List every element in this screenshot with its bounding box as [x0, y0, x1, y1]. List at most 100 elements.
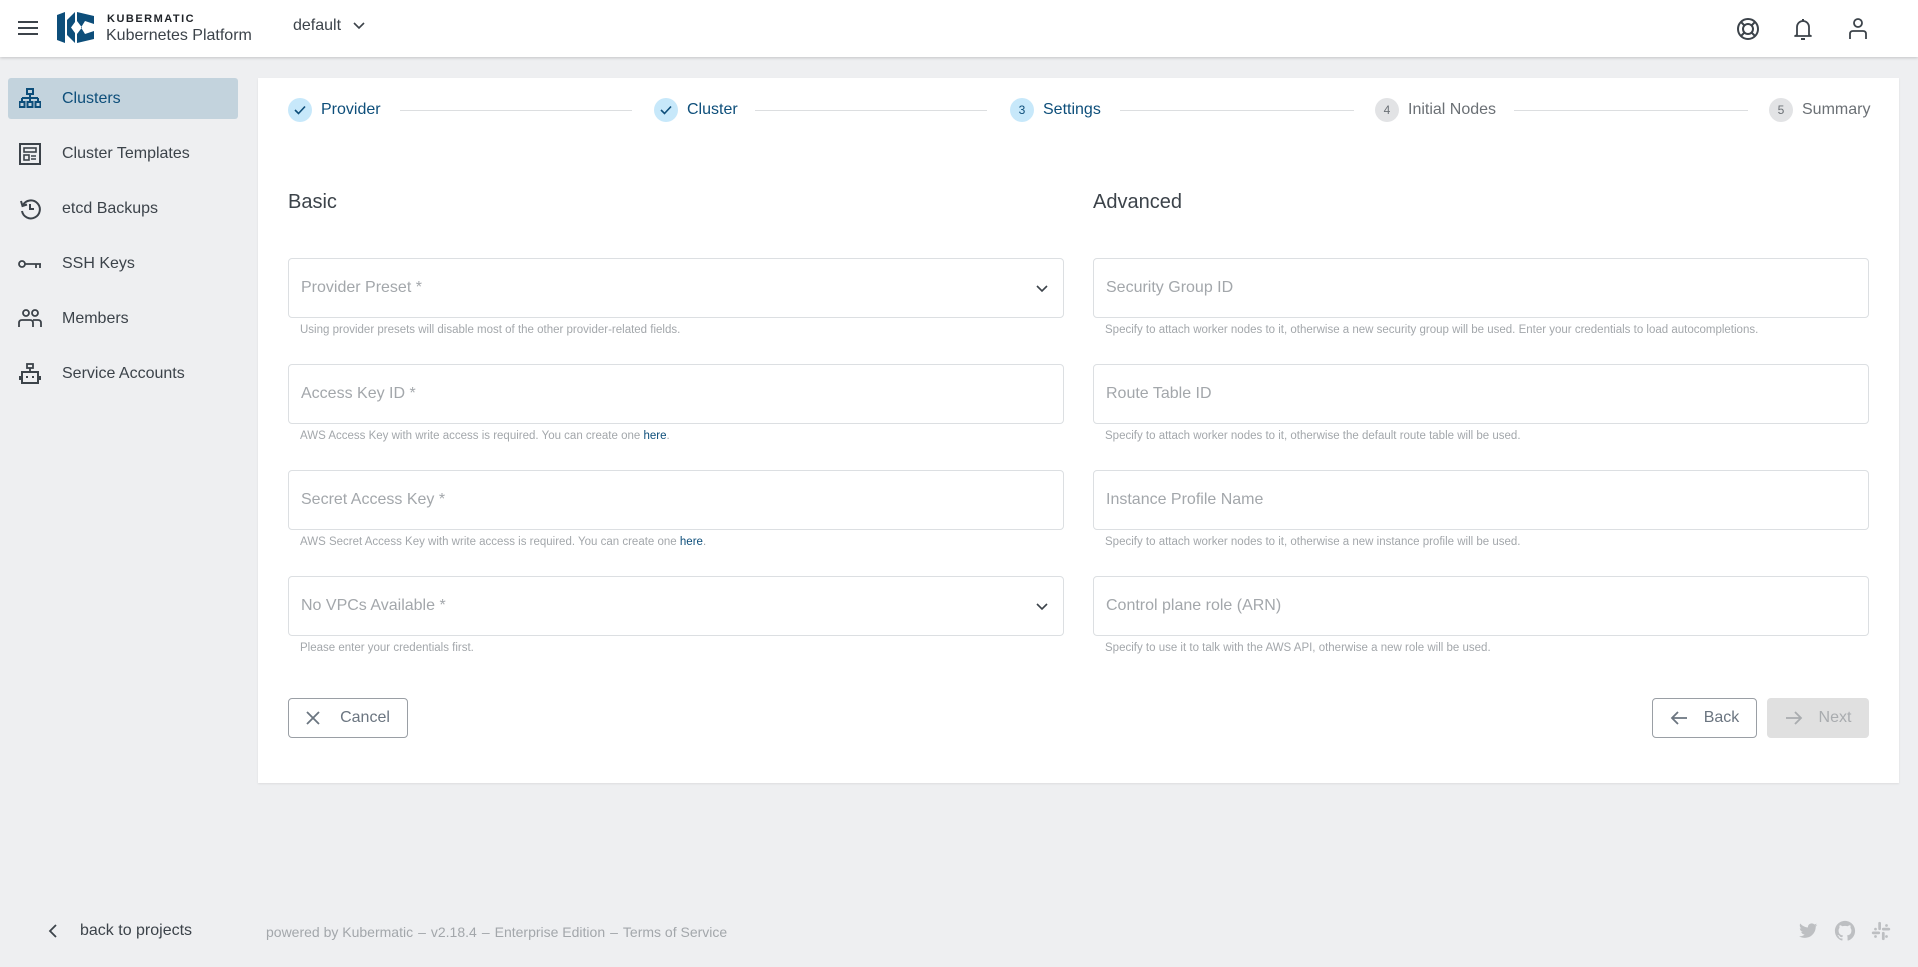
sidebar-item-label: Cluster Templates [62, 144, 190, 162]
back-to-projects-link[interactable]: back to projects [48, 922, 192, 940]
sitemap-icon [18, 87, 42, 111]
back-label: Back [1703, 709, 1740, 726]
notifications-icon[interactable] [1790, 16, 1816, 42]
access-key-id-input[interactable]: Access Key ID * [288, 364, 1064, 424]
sidebar-item-cluster-templates[interactable]: Cluster Templates [8, 133, 238, 174]
hint-suffix: . [702, 536, 707, 548]
chevron-down-icon [1036, 285, 1048, 293]
top-bar: KUBERMATIC Kubernetes Platform default [0, 0, 1918, 57]
sidebar-item-service-accounts[interactable]: Service Accounts [8, 353, 238, 394]
route-table-id-input[interactable]: Route Table ID [1093, 364, 1869, 424]
secret-access-key-hint: AWS Secret Access Key with write access … [300, 536, 706, 548]
footer: back to projects powered by Kubermatic –… [0, 912, 1918, 952]
advanced-section-title: Advanced [1093, 191, 1182, 213]
create-access-key-link[interactable]: here [643, 430, 666, 442]
menu-icon[interactable] [16, 17, 40, 39]
step-cluster[interactable]: Cluster [654, 98, 738, 122]
footer-info: powered by Kubermatic – v2.18.4 – Enterp… [266, 924, 727, 940]
cancel-label: Cancel [340, 709, 390, 726]
field-placeholder: No VPCs Available * [301, 597, 446, 614]
control-plane-role-input[interactable]: Control plane role (ARN) [1093, 576, 1869, 636]
support-icon[interactable] [1735, 16, 1761, 42]
step-label: Cluster [687, 101, 738, 118]
back-to-projects-label: back to projects [80, 922, 193, 939]
security-group-id-hint: Specify to attach worker nodes to it, ot… [1105, 324, 1759, 336]
slack-icon[interactable] [1870, 920, 1892, 942]
close-icon [306, 709, 324, 727]
hint-text: AWS Access Key with write access is requ… [300, 430, 644, 442]
next-button[interactable]: Next [1767, 698, 1869, 738]
project-selector[interactable]: default [293, 17, 365, 35]
account-icon[interactable] [1845, 16, 1871, 42]
chevron-down-icon [1036, 603, 1048, 611]
sidebar-item-ssh-keys[interactable]: SSH Keys [8, 243, 238, 284]
sidebar-item-etcd-backups[interactable]: etcd Backups [8, 188, 238, 229]
template-icon [18, 142, 42, 166]
sidebar-item-label: Clusters [62, 89, 121, 107]
route-table-id-hint: Specify to attach worker nodes to it, ot… [1105, 430, 1521, 442]
field-placeholder: Route Table ID [1106, 385, 1212, 402]
check-icon [654, 98, 678, 122]
footer-separator: – [481, 924, 490, 940]
project-name: default [293, 17, 342, 34]
footer-separator: – [610, 924, 618, 940]
field-placeholder: Control plane role (ARN) [1106, 597, 1282, 614]
version-link[interactable]: v2.18.4 [431, 924, 477, 940]
next-label: Next [1818, 709, 1852, 726]
powered-by-link[interactable]: powered by Kubermatic [266, 924, 413, 940]
step-divider [1120, 110, 1354, 111]
step-divider [755, 110, 987, 111]
arrow-left-icon [1670, 709, 1688, 727]
step-divider [400, 110, 632, 111]
step-summary[interactable]: 5 Summary [1769, 98, 1870, 122]
step-divider [1514, 110, 1748, 111]
provider-preset-select[interactable]: Provider Preset * [288, 258, 1064, 318]
sidebar-item-label: Members [62, 309, 129, 327]
control-plane-role-hint: Specify to use it to talk with the AWS A… [1105, 642, 1491, 654]
vpc-hint: Please enter your credentials first. [300, 642, 474, 654]
step-initial-nodes[interactable]: 4 Initial Nodes [1375, 98, 1496, 122]
sidebar-item-members[interactable]: Members [8, 298, 238, 339]
sidebar-item-label: SSH Keys [62, 254, 135, 272]
footer-separator: – [418, 924, 426, 940]
create-secret-key-link[interactable]: here [680, 536, 703, 548]
sidebar-item-clusters[interactable]: Clusters [8, 78, 238, 119]
access-key-id-hint: AWS Access Key with write access is requ… [300, 430, 670, 442]
wizard-stepper: Provider Cluster 3 Settings 4 Initial No… [258, 78, 1899, 142]
key-icon [18, 252, 42, 276]
hint-suffix: . [666, 430, 670, 442]
step-label: Provider [321, 101, 381, 118]
step-label: Summary [1802, 101, 1871, 118]
twitter-icon[interactable] [1797, 920, 1819, 942]
step-number: 5 [1769, 98, 1793, 122]
secret-access-key-input[interactable]: Secret Access Key * [288, 470, 1064, 530]
step-number: 3 [1010, 98, 1034, 122]
basic-section-title: Basic [288, 191, 337, 213]
github-icon[interactable] [1834, 920, 1856, 942]
provider-preset-hint: Using provider presets will disable most… [300, 324, 681, 336]
field-placeholder: Instance Profile Name [1106, 491, 1264, 508]
step-provider[interactable]: Provider [288, 98, 381, 122]
terms-of-service-link[interactable]: Terms of Service [623, 924, 727, 940]
security-group-id-input[interactable]: Security Group ID [1093, 258, 1869, 318]
hint-text: AWS Secret Access Key with write access … [300, 536, 680, 548]
field-placeholder: Security Group ID [1106, 279, 1234, 296]
instance-profile-name-input[interactable]: Instance Profile Name [1093, 470, 1869, 530]
chevron-down-icon [353, 22, 365, 30]
arrow-right-icon [1785, 709, 1803, 727]
step-number: 4 [1375, 98, 1399, 122]
field-placeholder: Access Key ID * [301, 385, 416, 402]
vpc-select[interactable]: No VPCs Available * [288, 576, 1064, 636]
brand-subtitle: Kubernetes Platform [106, 27, 252, 44]
sidebar-item-label: etcd Backups [62, 199, 159, 217]
step-label: Initial Nodes [1408, 101, 1497, 118]
cancel-button[interactable]: Cancel [288, 698, 408, 738]
step-settings[interactable]: 3 Settings [1010, 98, 1101, 122]
chevron-left-icon [48, 924, 57, 938]
robot-icon [18, 362, 42, 386]
kubermatic-logo-icon[interactable] [57, 12, 94, 43]
back-button[interactable]: Back [1652, 698, 1757, 738]
field-placeholder: Provider Preset * [301, 279, 422, 296]
people-icon [18, 307, 42, 331]
edition-label: Enterprise Edition [494, 924, 606, 940]
